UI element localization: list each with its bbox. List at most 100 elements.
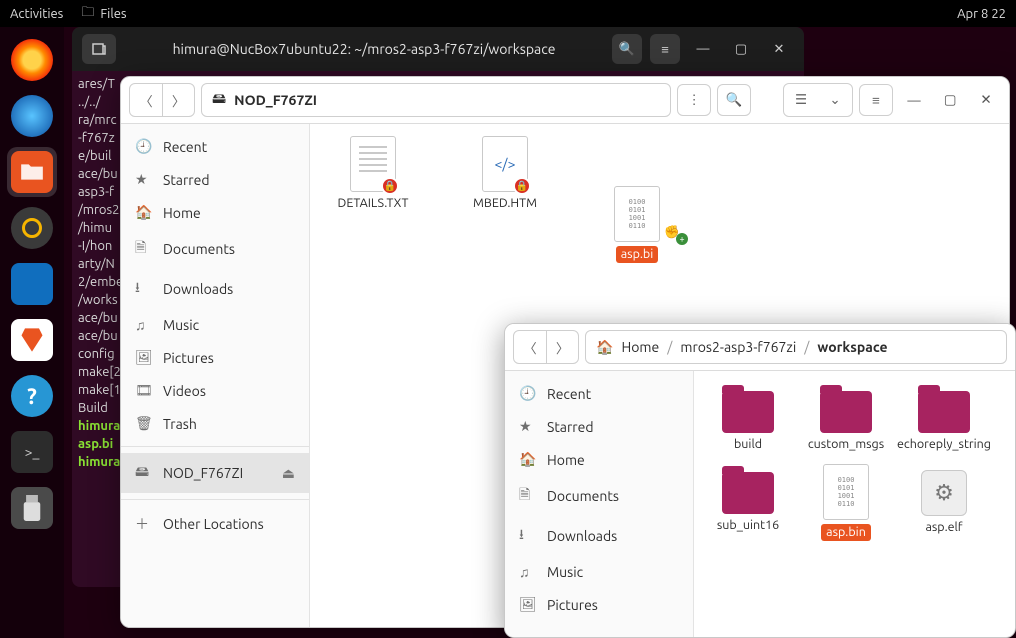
sidebar-item-home[interactable]: 🏠Home — [121, 196, 309, 229]
file-item-asp-bin[interactable]: 0100 0101 1001 0110 asp.bin — [806, 464, 886, 541]
plus-icon: ＋ — [135, 514, 151, 534]
sidebar-item-other[interactable]: ＋ Other Locations — [121, 506, 309, 542]
sidebar-item-downloads[interactable]: ⭳Downloads — [121, 269, 309, 309]
file-label: asp.bin — [821, 524, 871, 541]
writer-icon — [11, 263, 53, 305]
sidebar-item-starred[interactable]: ★Starred — [121, 163, 309, 196]
fm2-header[interactable]: 〈 〉 🏠 Home / mros2-asp3-f767zi / workspa… — [505, 324, 1015, 371]
dock-usb[interactable] — [7, 483, 57, 533]
eject-icon[interactable]: ⏏ — [282, 465, 295, 482]
activities-button[interactable]: Activities — [10, 7, 63, 21]
back-button[interactable]: 〈 — [130, 84, 162, 116]
breadcrumb[interactable]: 🏠 Home / mros2-asp3-f767zi / workspace — [585, 330, 1007, 364]
breadcrumb-home[interactable]: Home — [621, 339, 659, 355]
sidebar-label: Starred — [547, 419, 594, 435]
dock: ? >_ — [0, 27, 64, 638]
drive-icon: 🖴 — [135, 461, 151, 485]
topbar-app-menu[interactable]: 🗀 Files — [81, 3, 126, 25]
file-item-mbed-htm[interactable]: </>🔒 MBED.HTM — [456, 136, 554, 263]
executable-icon: ⚙ — [921, 470, 967, 516]
sidebar-item-videos[interactable]: 🎞Videos — [121, 374, 309, 407]
fm1-header[interactable]: 〈 〉 🖴 NOD_F767ZI ⋮ 🔍 ☰ ⌄ ≡ — ▢ ✕ — [121, 77, 1009, 124]
sidebar-item-device[interactable]: 🖴 NOD_F767ZI ⏏ — [121, 453, 309, 493]
folder-item-echoreply-string[interactable]: echoreply_string — [904, 383, 984, 452]
fm2-file-pane[interactable]: build custom_msgs echoreply_string sub_u… — [694, 371, 1015, 637]
sidebar-item-home[interactable]: 🏠 Home — [505, 443, 693, 476]
forward-button[interactable]: 〉 — [162, 84, 194, 116]
files-icon — [11, 151, 53, 193]
binary-file-icon: 0100 0101 1001 0110 — [823, 464, 869, 520]
folder-item-sub-uint16[interactable]: sub_uint16 — [708, 464, 788, 541]
sidebar-label: Home — [547, 452, 585, 468]
view-dropdown-button[interactable]: ⌄ — [818, 84, 852, 116]
sidebar-separator — [121, 499, 309, 500]
back-button[interactable]: 〈 — [514, 331, 546, 363]
sidebar-item-pictures[interactable]: 🖼Pictures — [121, 341, 309, 374]
fm1-sidebar: 🕘Recent ★Starred 🏠Home 🗎Documents ⭳Downl… — [121, 124, 310, 627]
home-icon: 🏠 — [135, 204, 151, 221]
terminal-minimize-button[interactable]: — — [688, 34, 718, 64]
breadcrumb-repo[interactable]: mros2-asp3-f767zi — [680, 339, 796, 355]
terminal-icon: >_ — [11, 431, 53, 473]
sidebar-label: Downloads — [547, 528, 617, 544]
sidebar-label: Other Locations — [163, 516, 264, 532]
dock-terminal[interactable]: >_ — [7, 427, 57, 477]
file-label: MBED.HTM — [473, 196, 537, 211]
html-file-icon: </>🔒 — [482, 136, 528, 192]
close-button[interactable]: ✕ — [971, 85, 1001, 115]
location-bar[interactable]: 🖴 NOD_F767ZI — [201, 83, 671, 117]
sidebar-label: Documents — [547, 488, 619, 504]
sidebar-label: Documents — [163, 241, 235, 257]
dock-rhythmbox[interactable] — [7, 203, 57, 253]
terminal-titlebar[interactable]: himura@NucBox7ubuntu22: ~/mros2-asp3-f76… — [72, 27, 804, 71]
sidebar-label: NOD_F767ZI — [163, 465, 243, 481]
sidebar-item-starred[interactable]: ★Starred — [505, 410, 693, 443]
folder-item-custom-msgs[interactable]: custom_msgs — [806, 383, 886, 452]
documents-icon: 🗎 — [519, 484, 535, 508]
sidebar-label: Downloads — [163, 281, 233, 297]
file-item-asp-bin-dragging[interactable]: 0100 0101 1001 0110 asp.bi ✊ + — [588, 186, 686, 263]
lock-icon: 🔒 — [513, 177, 531, 195]
sidebar-item-recent[interactable]: 🕘Recent — [121, 130, 309, 163]
sidebar-item-music[interactable]: ♫Music — [121, 309, 309, 341]
folder-icon: 🗀 — [81, 3, 94, 25]
file-item-details-txt[interactable]: 🔒 DETAILS.TXT — [324, 136, 422, 263]
minimize-button[interactable]: — — [899, 85, 929, 115]
dock-help[interactable]: ? — [7, 371, 57, 421]
sidebar-item-documents[interactable]: 🗎Documents — [121, 229, 309, 269]
dock-thunderbird[interactable] — [7, 91, 57, 141]
sidebar-item-trash[interactable]: 🗑Trash — [121, 407, 309, 440]
sidebar-label: Music — [163, 317, 199, 333]
help-icon: ? — [11, 375, 53, 417]
file-label: echoreply_string — [897, 437, 991, 452]
terminal-close-button[interactable]: ✕ — [764, 34, 794, 64]
maximize-button[interactable]: ▢ — [935, 85, 965, 115]
sidebar-item-downloads[interactable]: ⭳Downloads — [505, 516, 693, 556]
sidebar-item-music[interactable]: ♫Music — [505, 556, 693, 588]
breadcrumb-workspace[interactable]: workspace — [817, 339, 887, 355]
sidebar-item-pictures[interactable]: 🖼Pictures — [505, 588, 693, 621]
sidebar-item-recent[interactable]: 🕘Recent — [505, 377, 693, 410]
path-menu-button[interactable]: ⋮ — [677, 84, 711, 116]
file-item-asp-elf[interactable]: ⚙ asp.elf — [904, 464, 984, 541]
location-label: NOD_F767ZI — [234, 92, 317, 108]
pictures-icon: 🖼 — [135, 349, 151, 366]
sidebar-item-documents[interactable]: 🗎 Documents — [505, 476, 693, 516]
hamburger-menu-button[interactable]: ≡ — [859, 84, 893, 116]
terminal-menu-button[interactable]: ≡ — [650, 34, 680, 64]
terminal-maximize-button[interactable]: ▢ — [726, 34, 756, 64]
dock-software[interactable] — [7, 315, 57, 365]
clock-icon: 🕘 — [135, 138, 151, 155]
folder-item-build[interactable]: build — [708, 383, 788, 452]
home-icon: 🏠 — [519, 451, 535, 468]
view-list-button[interactable]: ☰ — [784, 84, 818, 116]
dock-writer[interactable] — [7, 259, 57, 309]
new-tab-button[interactable] — [82, 34, 116, 64]
home-icon: 🏠 — [596, 339, 613, 356]
terminal-search-button[interactable]: 🔍 — [612, 34, 642, 64]
clock[interactable]: Apr 8 22 — [957, 7, 1006, 21]
dock-firefox[interactable] — [7, 35, 57, 85]
search-button[interactable]: 🔍 — [717, 84, 751, 116]
dock-files[interactable] — [7, 147, 57, 197]
forward-button[interactable]: 〉 — [546, 331, 578, 363]
